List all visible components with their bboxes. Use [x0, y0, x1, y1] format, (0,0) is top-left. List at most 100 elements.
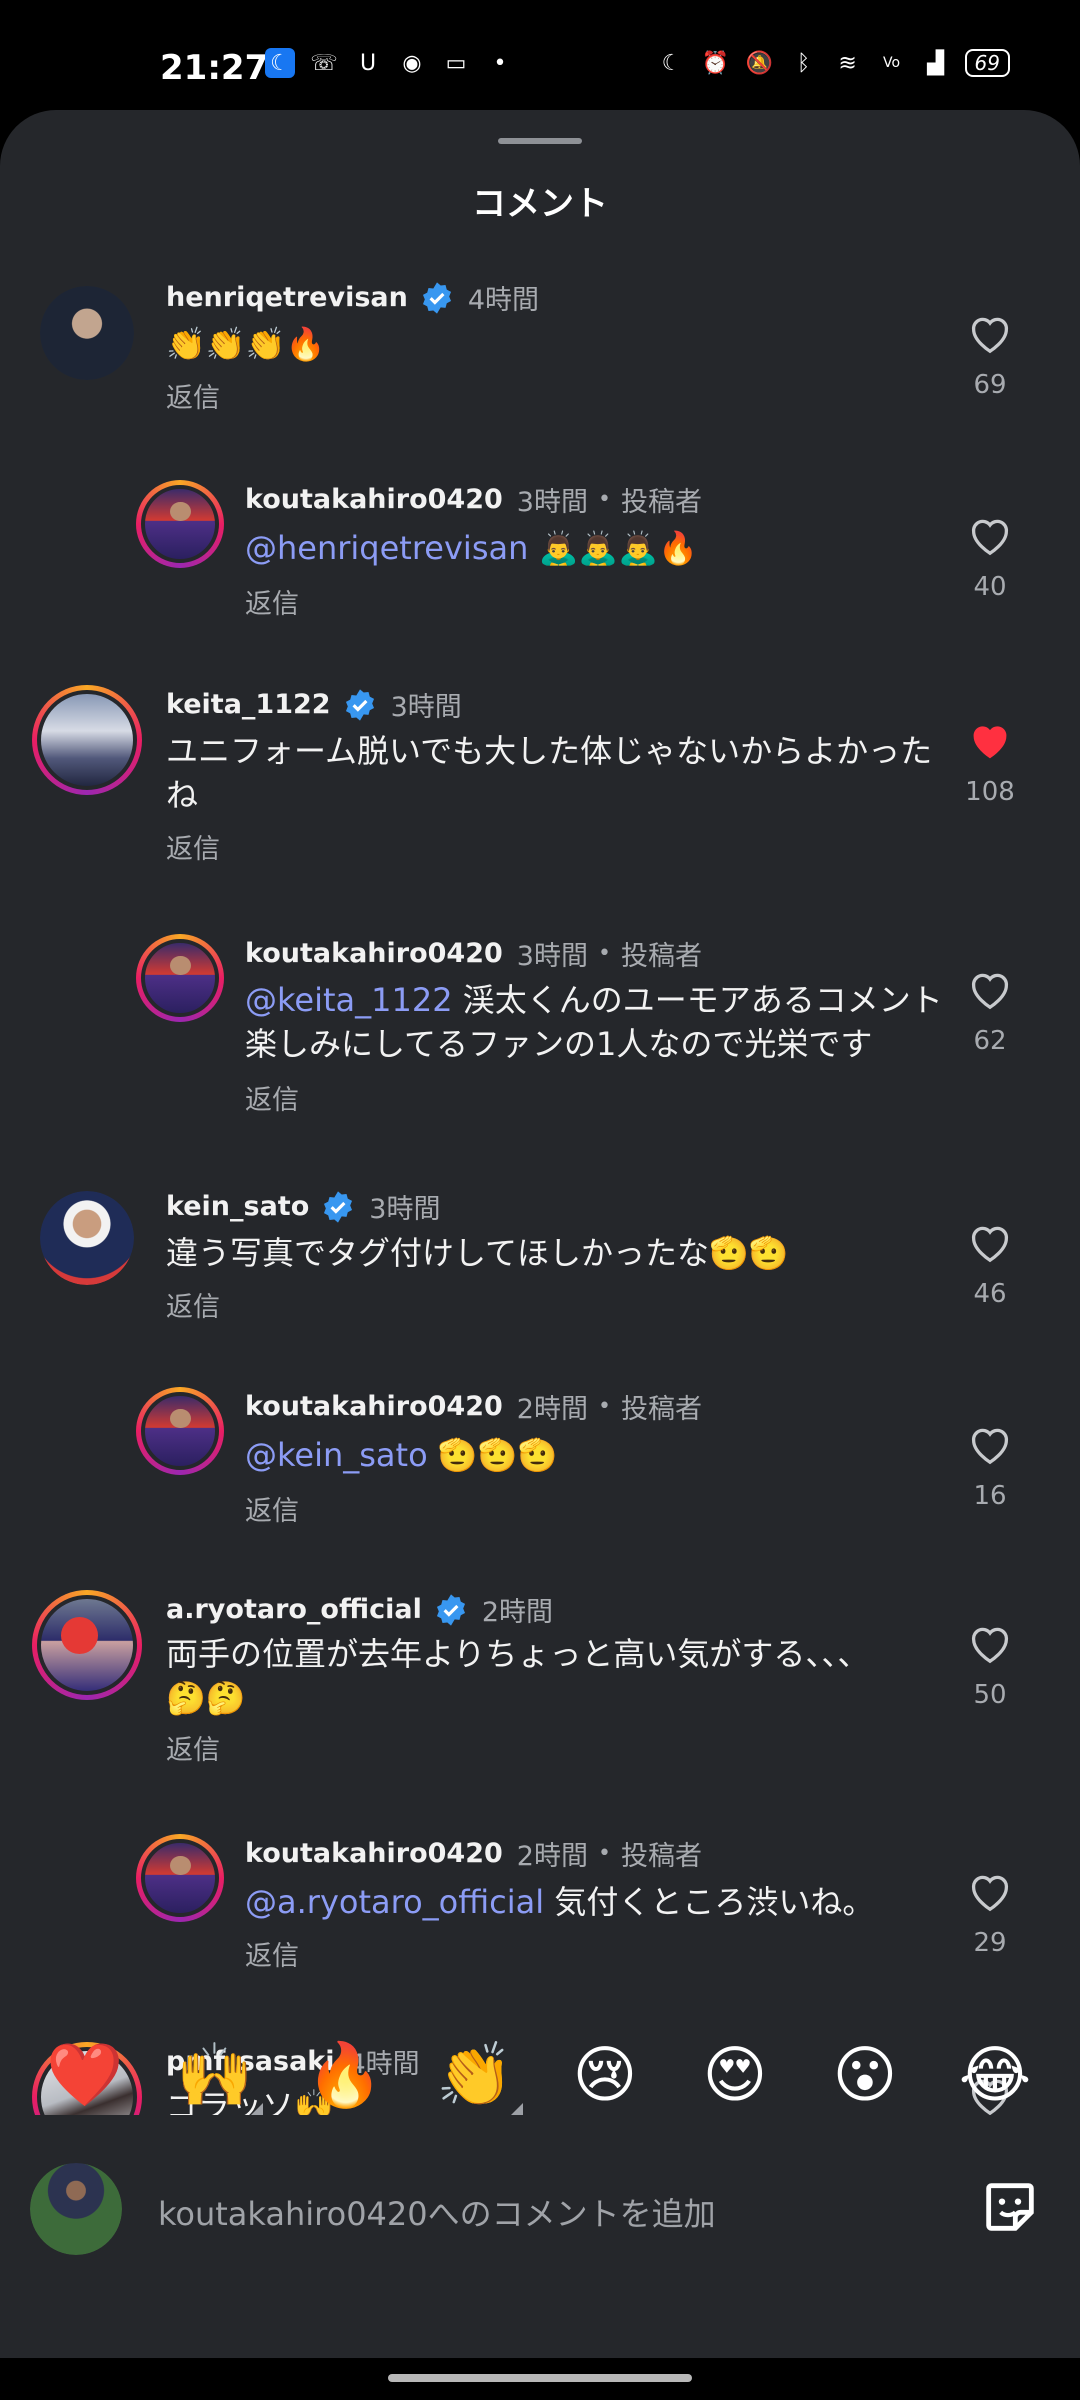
heart-outline-icon — [971, 519, 1009, 556]
avatar[interactable] — [136, 1834, 224, 1922]
comment-time: 3時間 — [369, 1194, 441, 1225]
missed-call-icon: ☏ — [310, 50, 338, 76]
comment-text: ユニフォーム脱いでも大した体じゃないからよかった ね — [166, 732, 933, 814]
emoji-raised-hands-button[interactable]: 🙌 — [165, 2035, 265, 2115]
reply-button[interactable]: 返信 — [245, 1078, 299, 1117]
like-button[interactable]: 16 — [950, 1425, 1030, 1511]
comment-time: 3時間 — [516, 487, 588, 518]
comment-time: 4時間 — [467, 285, 540, 316]
sheet-grabber[interactable] — [498, 138, 582, 144]
emoji-clap-button[interactable]: 👏 — [425, 2035, 525, 2115]
avatar[interactable] — [32, 685, 142, 795]
verified-badge-icon — [436, 1593, 465, 1626]
like-button[interactable]: 46 — [950, 1223, 1030, 1309]
reply-button[interactable]: 返信 — [245, 1934, 299, 1973]
comment-username[interactable]: keita_1122 — [166, 689, 331, 720]
like-count: 108 — [965, 777, 1015, 807]
comment-username[interactable]: kein_sato — [166, 1191, 309, 1222]
comment-time: 3時間 — [516, 941, 588, 972]
like-button[interactable]: 108 — [950, 721, 1030, 807]
heart-outline-icon — [971, 973, 1009, 1010]
heart-outline-icon — [971, 1875, 1009, 1912]
battery-icon: 69 — [964, 49, 1010, 77]
comment-text: @henriqetrevisan 🙇‍♂️🙇‍♂️🙇‍♂️🔥 — [245, 529, 698, 567]
my-avatar — [30, 2163, 122, 2255]
u-app-icon: U — [359, 50, 377, 76]
like-count: 46 — [973, 1279, 1007, 1309]
wifi-icon: ≋ — [838, 50, 857, 76]
heart-outline-icon — [971, 1428, 1009, 1465]
status-time: 21:27 — [160, 48, 269, 88]
signal-icon: ▟ — [927, 50, 944, 76]
comments-sheet: コメント henriqetrevisan 4時間 👏👏👏🔥 返信 69 kout… — [0, 110, 1080, 2358]
comment-username[interactable]: a.ryotaro_official — [166, 1594, 422, 1625]
comment-text: 👏👏👏🔥 — [166, 325, 326, 363]
video-icon: ▭ — [445, 50, 467, 76]
author-label: 投稿者 — [620, 1394, 702, 1425]
avatar[interactable] — [40, 1191, 134, 1285]
like-button[interactable]: 62 — [950, 970, 1030, 1056]
notification-icons: ☾ ☏ U ◉ ▭ • — [265, 48, 515, 78]
comment-text: 違う写真でタグ付けしてほしかったな🫡🫡 — [166, 1234, 789, 1272]
heart-outline-icon — [971, 1627, 1009, 1664]
emoji-surprised-button[interactable]: 😮 — [815, 2035, 915, 2115]
comment-time: 2時間 — [516, 1841, 588, 1872]
reply-button[interactable]: 返信 — [166, 1285, 220, 1324]
emoji-laughing-button[interactable]: 😂 — [945, 2035, 1045, 2115]
comment-username[interactable]: koutakahiro0420 — [245, 1391, 503, 1422]
avatar[interactable] — [136, 480, 224, 568]
like-count: 29 — [973, 1928, 1007, 1958]
like-count: 40 — [973, 572, 1007, 602]
avatar[interactable] — [40, 286, 134, 380]
mention-link[interactable]: @keita_1122 — [245, 981, 453, 1019]
sticker-icon[interactable] — [978, 2175, 1042, 2239]
mention-link[interactable]: @a.ryotaro_official — [245, 1883, 544, 1921]
verified-badge-icon — [422, 281, 451, 314]
dot-icon: • — [493, 50, 507, 76]
avatar[interactable] — [136, 934, 224, 1022]
heart-outline-icon — [971, 1226, 1009, 1263]
comment-input[interactable]: koutakahiro0420へのコメントを追加 — [158, 2189, 716, 2235]
reply-button[interactable]: 返信 — [166, 1728, 220, 1767]
verified-badge-icon — [324, 1190, 353, 1223]
mention-link[interactable]: @kein_sato — [245, 1436, 428, 1474]
like-count: 62 — [973, 1026, 1007, 1056]
heart-outline-icon — [971, 317, 1009, 354]
mention-link[interactable]: @henriqetrevisan — [245, 529, 528, 567]
like-button[interactable]: 69 — [950, 314, 1030, 400]
heart-filled-icon — [973, 726, 1007, 759]
emoji-fire-button[interactable]: 🔥 — [295, 2035, 395, 2115]
author-label: 投稿者 — [620, 941, 702, 972]
avatar[interactable] — [32, 1590, 142, 1700]
reply-button[interactable]: 返信 — [166, 827, 220, 866]
reply-button[interactable]: 返信 — [245, 582, 299, 621]
system-icons: ☾ ⏰ 🔕 ᛒ ≋ Vo ▟ 69 — [657, 48, 1010, 78]
comment-composer: koutakahiro0420へのコメントを追加 — [0, 2145, 1080, 2275]
moon-icon: ☾ — [661, 50, 682, 76]
comment-username[interactable]: koutakahiro0420 — [245, 484, 503, 515]
like-count: 69 — [973, 370, 1007, 400]
comment-text: @keita_1122 渓太くんのユーモアあるコメント 楽しみにしてるファンの1… — [245, 981, 943, 1063]
sheet-title: コメント — [472, 184, 608, 224]
comment-time: 2時間 — [516, 1394, 588, 1425]
reply-button[interactable]: 返信 — [166, 376, 220, 415]
author-label: 投稿者 — [620, 487, 702, 518]
emoji-heart-button[interactable]: ❤️ — [35, 2035, 135, 2115]
emoji-crying-button[interactable]: 😢 — [555, 2035, 655, 2115]
like-count: 50 — [973, 1680, 1007, 1710]
like-button[interactable]: 40 — [950, 516, 1030, 602]
avatar[interactable] — [136, 1387, 224, 1475]
line-icon: ◉ — [402, 50, 422, 76]
like-button[interactable]: 50 — [950, 1624, 1030, 1710]
comment-username[interactable]: henriqetrevisan — [166, 282, 408, 313]
like-button[interactable]: 29 — [950, 1872, 1030, 1958]
alarm-icon: ⏰ — [701, 50, 730, 76]
volte-icon: Vo — [883, 55, 901, 71]
comment-username[interactable]: koutakahiro0420 — [245, 1838, 503, 1869]
emoji-heart-eyes-button[interactable]: 😍 — [685, 2035, 785, 2115]
home-indicator[interactable] — [388, 2374, 692, 2382]
comment-list[interactable]: henriqetrevisan 4時間 👏👏👏🔥 返信 69 koutakahi… — [0, 260, 1080, 2115]
reply-button[interactable]: 返信 — [245, 1489, 299, 1528]
comment-username[interactable]: koutakahiro0420 — [245, 938, 503, 969]
facebook-icon: ☾ — [265, 48, 295, 78]
